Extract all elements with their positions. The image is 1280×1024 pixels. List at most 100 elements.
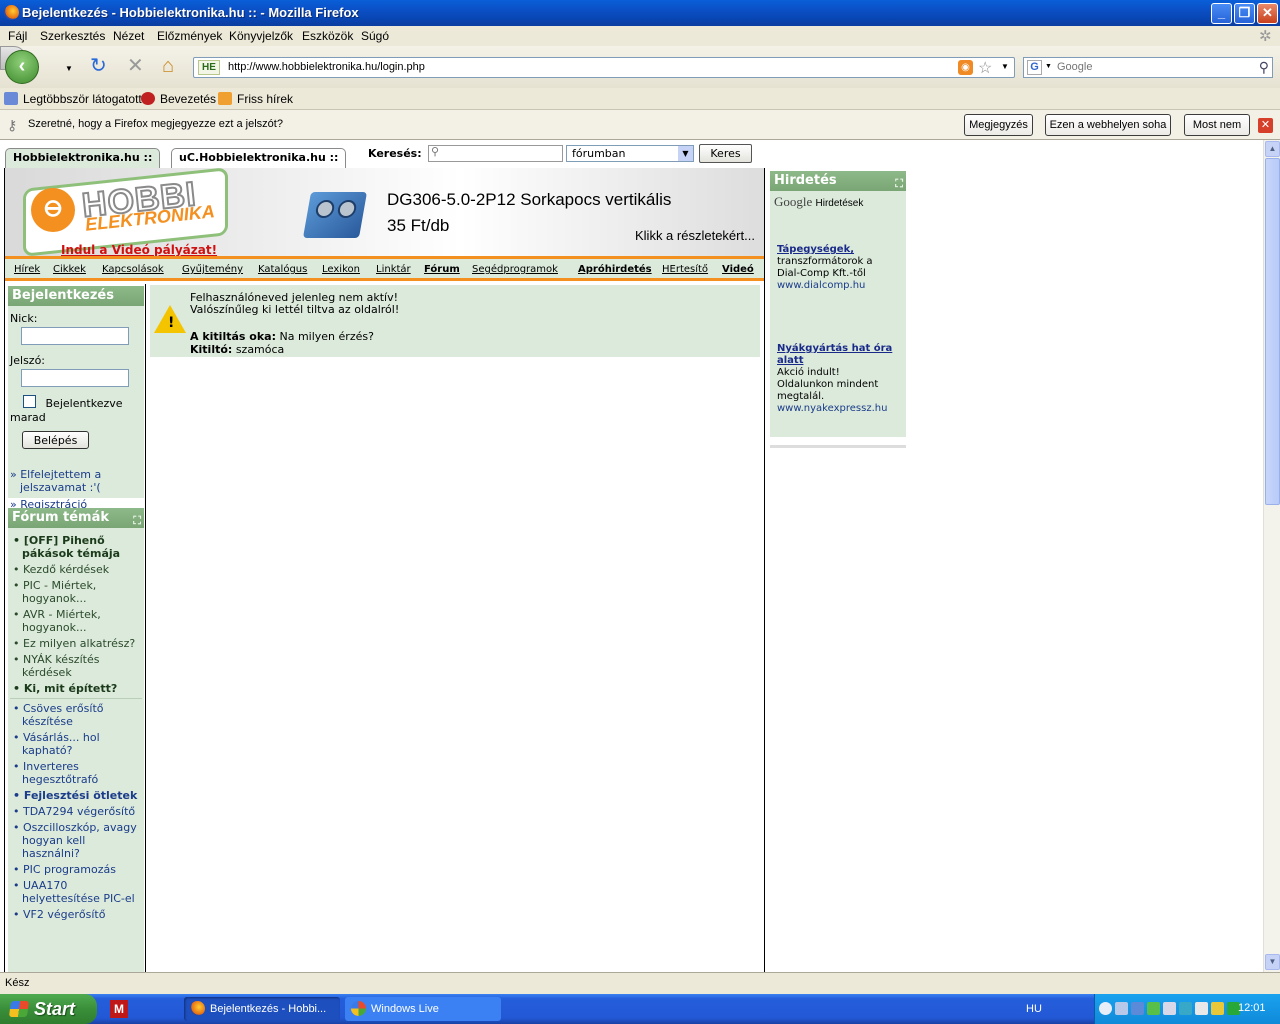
nav-segedprogramok[interactable]: Segédprogramok (472, 264, 558, 275)
scroll-down-icon[interactable]: ▼ (1265, 954, 1280, 970)
menu-file[interactable]: Fájl (8, 29, 27, 43)
product-title[interactable]: DG306-5.0-2P12 Sorkapocs vertikális (387, 190, 671, 210)
ad-url[interactable]: www.nyakexpressz.hu (777, 403, 895, 415)
site-search-input[interactable]: ⚲ (428, 145, 563, 162)
ad-item[interactable]: Nyákgyártás hat óra alatt Akció indult! … (777, 343, 895, 415)
maximize-button[interactable]: ❐ (1234, 3, 1255, 24)
forum-topic[interactable]: • Vásárlás... hol kapható? (10, 731, 142, 757)
login-button[interactable]: Belépés (22, 431, 89, 449)
forum-topic[interactable]: • Csöves erősítő készítése (10, 702, 142, 728)
nick-input[interactable] (21, 327, 129, 345)
nav-forum[interactable]: Fórum (424, 264, 460, 275)
menu-help[interactable]: Súgó (361, 29, 389, 43)
scroll-thumb[interactable] (1265, 158, 1280, 505)
forum-topic[interactable]: • Ki, mit épített? (10, 682, 142, 695)
forum-topic[interactable]: • PIC programozás (10, 863, 142, 876)
nav-hirek[interactable]: Hírek (14, 264, 40, 275)
forum-topic[interactable]: • UAA170 helyettesítése PIC-el (10, 879, 142, 905)
product-details-link[interactable]: Klikk a részletekért... (635, 228, 755, 243)
url-dropdown-icon[interactable]: ▼ (1001, 62, 1009, 71)
collapse-icon[interactable]: ⛶ (133, 511, 141, 531)
nav-kapcsolasok[interactable]: Kapcsolások (102, 264, 164, 275)
ad-headline[interactable]: Tápegységek, (777, 244, 895, 256)
bluetooth-icon[interactable] (1179, 1002, 1192, 1015)
engine-dropdown-icon[interactable]: ▼ (1045, 63, 1052, 70)
site-search-button[interactable]: Keres (699, 144, 752, 163)
close-button[interactable]: ✕ (1257, 3, 1278, 24)
task-windows-live[interactable]: Windows Live (345, 997, 501, 1021)
forum-topic[interactable]: • Oszcilloszkóp, avagy hogyan kell haszn… (10, 821, 142, 860)
vertical-scrollbar[interactable]: ▲ ▼ (1263, 140, 1280, 972)
warning-tray-icon[interactable] (1211, 1002, 1224, 1015)
stop-icon[interactable]: ✕ (127, 56, 144, 76)
ad-headline[interactable]: Nyákgyártás hat óra alatt (777, 343, 895, 367)
product-image[interactable] (302, 192, 368, 238)
never-button[interactable]: Ezen a webhelyen soha (1045, 114, 1171, 136)
forum-topic[interactable]: • Inverteres hegesztőtrafó (10, 760, 142, 786)
bookmark-star-icon[interactable]: ☆ (978, 58, 992, 78)
network-icon[interactable] (1115, 1002, 1128, 1015)
menu-view[interactable]: Nézet (113, 29, 144, 43)
not-now-button[interactable]: Most nem (1184, 114, 1250, 136)
rss-icon[interactable]: ◉ (958, 60, 973, 75)
nav-aprohirdetes[interactable]: Apróhirdetés (578, 264, 652, 275)
back-button[interactable]: ‹ (5, 50, 39, 84)
menu-history[interactable]: Előzmények (157, 29, 222, 43)
close-icon[interactable]: ✕ (1258, 118, 1273, 133)
site-identity-icon[interactable]: HE (198, 60, 220, 75)
tab-hobbielektronika[interactable]: Hobbielektronika.hu :: (5, 148, 161, 168)
network2-icon[interactable] (1131, 1002, 1144, 1015)
menu-edit[interactable]: Szerkesztés (40, 29, 105, 43)
menu-tools[interactable]: Eszközök (302, 29, 353, 43)
nav-katalogus[interactable]: Katalógus (258, 264, 307, 275)
nav-cikkek[interactable]: Cikkek (53, 264, 86, 275)
title-bar[interactable]: Bejelentkezés - Hobbielektronika.hu :: -… (0, 0, 1280, 26)
forum-topic[interactable]: • VF2 végerősítő (10, 908, 142, 921)
remember-checkbox[interactable] (23, 395, 36, 408)
forum-topic[interactable]: • Kezdő kérdések (10, 563, 142, 576)
home-icon[interactable]: ⌂ (162, 56, 174, 76)
quicklaunch-icon[interactable]: M (110, 1000, 128, 1018)
google-engine-icon[interactable]: G (1027, 60, 1042, 75)
minimize-button[interactable]: _ (1211, 3, 1232, 24)
forum-topic[interactable]: • [OFF] Pihenő pákások témája (10, 534, 142, 560)
search-input[interactable] (1057, 61, 1247, 73)
forum-topic[interactable]: • NYÁK készítés kérdések (10, 653, 142, 679)
start-button[interactable]: Start (0, 994, 97, 1024)
nav-hertesito[interactable]: HErtesítő (662, 264, 708, 275)
password-input[interactable] (21, 369, 129, 387)
volume-icon[interactable] (1163, 1002, 1176, 1015)
ad-item[interactable]: Tápegységek, transzformátorok a Dial-Com… (777, 244, 895, 292)
url-text[interactable]: http://www.hobbielektronika.hu/login.php (228, 61, 425, 73)
search-scope-select[interactable]: fórumban ▼ (566, 145, 694, 162)
tray-expand-icon[interactable] (1099, 1002, 1112, 1015)
search-magnifier-icon[interactable]: ⚲ (1259, 59, 1269, 76)
nav-lexikon[interactable]: Lexikon (322, 264, 360, 275)
tray-app-icon[interactable] (1195, 1002, 1208, 1015)
forum-topic[interactable]: • TDA7294 végerősítő (10, 805, 142, 818)
menu-bookmarks[interactable]: Könyvjelzők (229, 29, 293, 43)
nav-linktar[interactable]: Linktár (376, 264, 411, 275)
forum-topic[interactable]: • Ez milyen alkatrész? (10, 637, 142, 650)
forum-topic[interactable]: • PIC - Miértek, hogyanok... (10, 579, 142, 605)
google-ads-logo[interactable]: Google Hirdetések (774, 194, 863, 210)
bookmark-most-visited[interactable]: Legtöbbször látogatott (4, 92, 142, 106)
nav-gyujtemeny[interactable]: Gyűjtemény (182, 264, 243, 275)
tab-uc-hobbielektronika[interactable]: uC.Hobbielektronika.hu :: (171, 148, 347, 168)
task-firefox[interactable]: Bejelentkezés - Hobbi... (184, 997, 340, 1021)
reload-icon[interactable]: ↻ (90, 56, 107, 76)
forum-topic[interactable]: • Fejlesztési ötletek (10, 789, 142, 802)
url-bar[interactable]: HE http://www.hobbielektronika.hu/login.… (193, 57, 1015, 78)
remember-button[interactable]: Megjegyzés (964, 114, 1033, 136)
messenger-icon[interactable] (1147, 1002, 1160, 1015)
language-indicator[interactable]: HU (1026, 1003, 1042, 1015)
forgot-password-link[interactable]: » Elfelejtettem a jelszavamat :'( (10, 468, 142, 494)
ad-url[interactable]: www.dialcomp.hu (777, 280, 895, 292)
forum-topic[interactable]: • AVR - Miértek, hogyanok... (10, 608, 142, 634)
scroll-up-icon[interactable]: ▲ (1265, 141, 1280, 157)
collapse-icon[interactable]: ⛶ (895, 174, 903, 194)
nav-video[interactable]: Videó (722, 264, 754, 275)
bookmark-news[interactable]: Friss hírek (218, 92, 293, 106)
bookmark-intro[interactable]: Bevezetés (141, 92, 216, 106)
history-dropdown-icon[interactable]: ▼ (65, 64, 73, 73)
